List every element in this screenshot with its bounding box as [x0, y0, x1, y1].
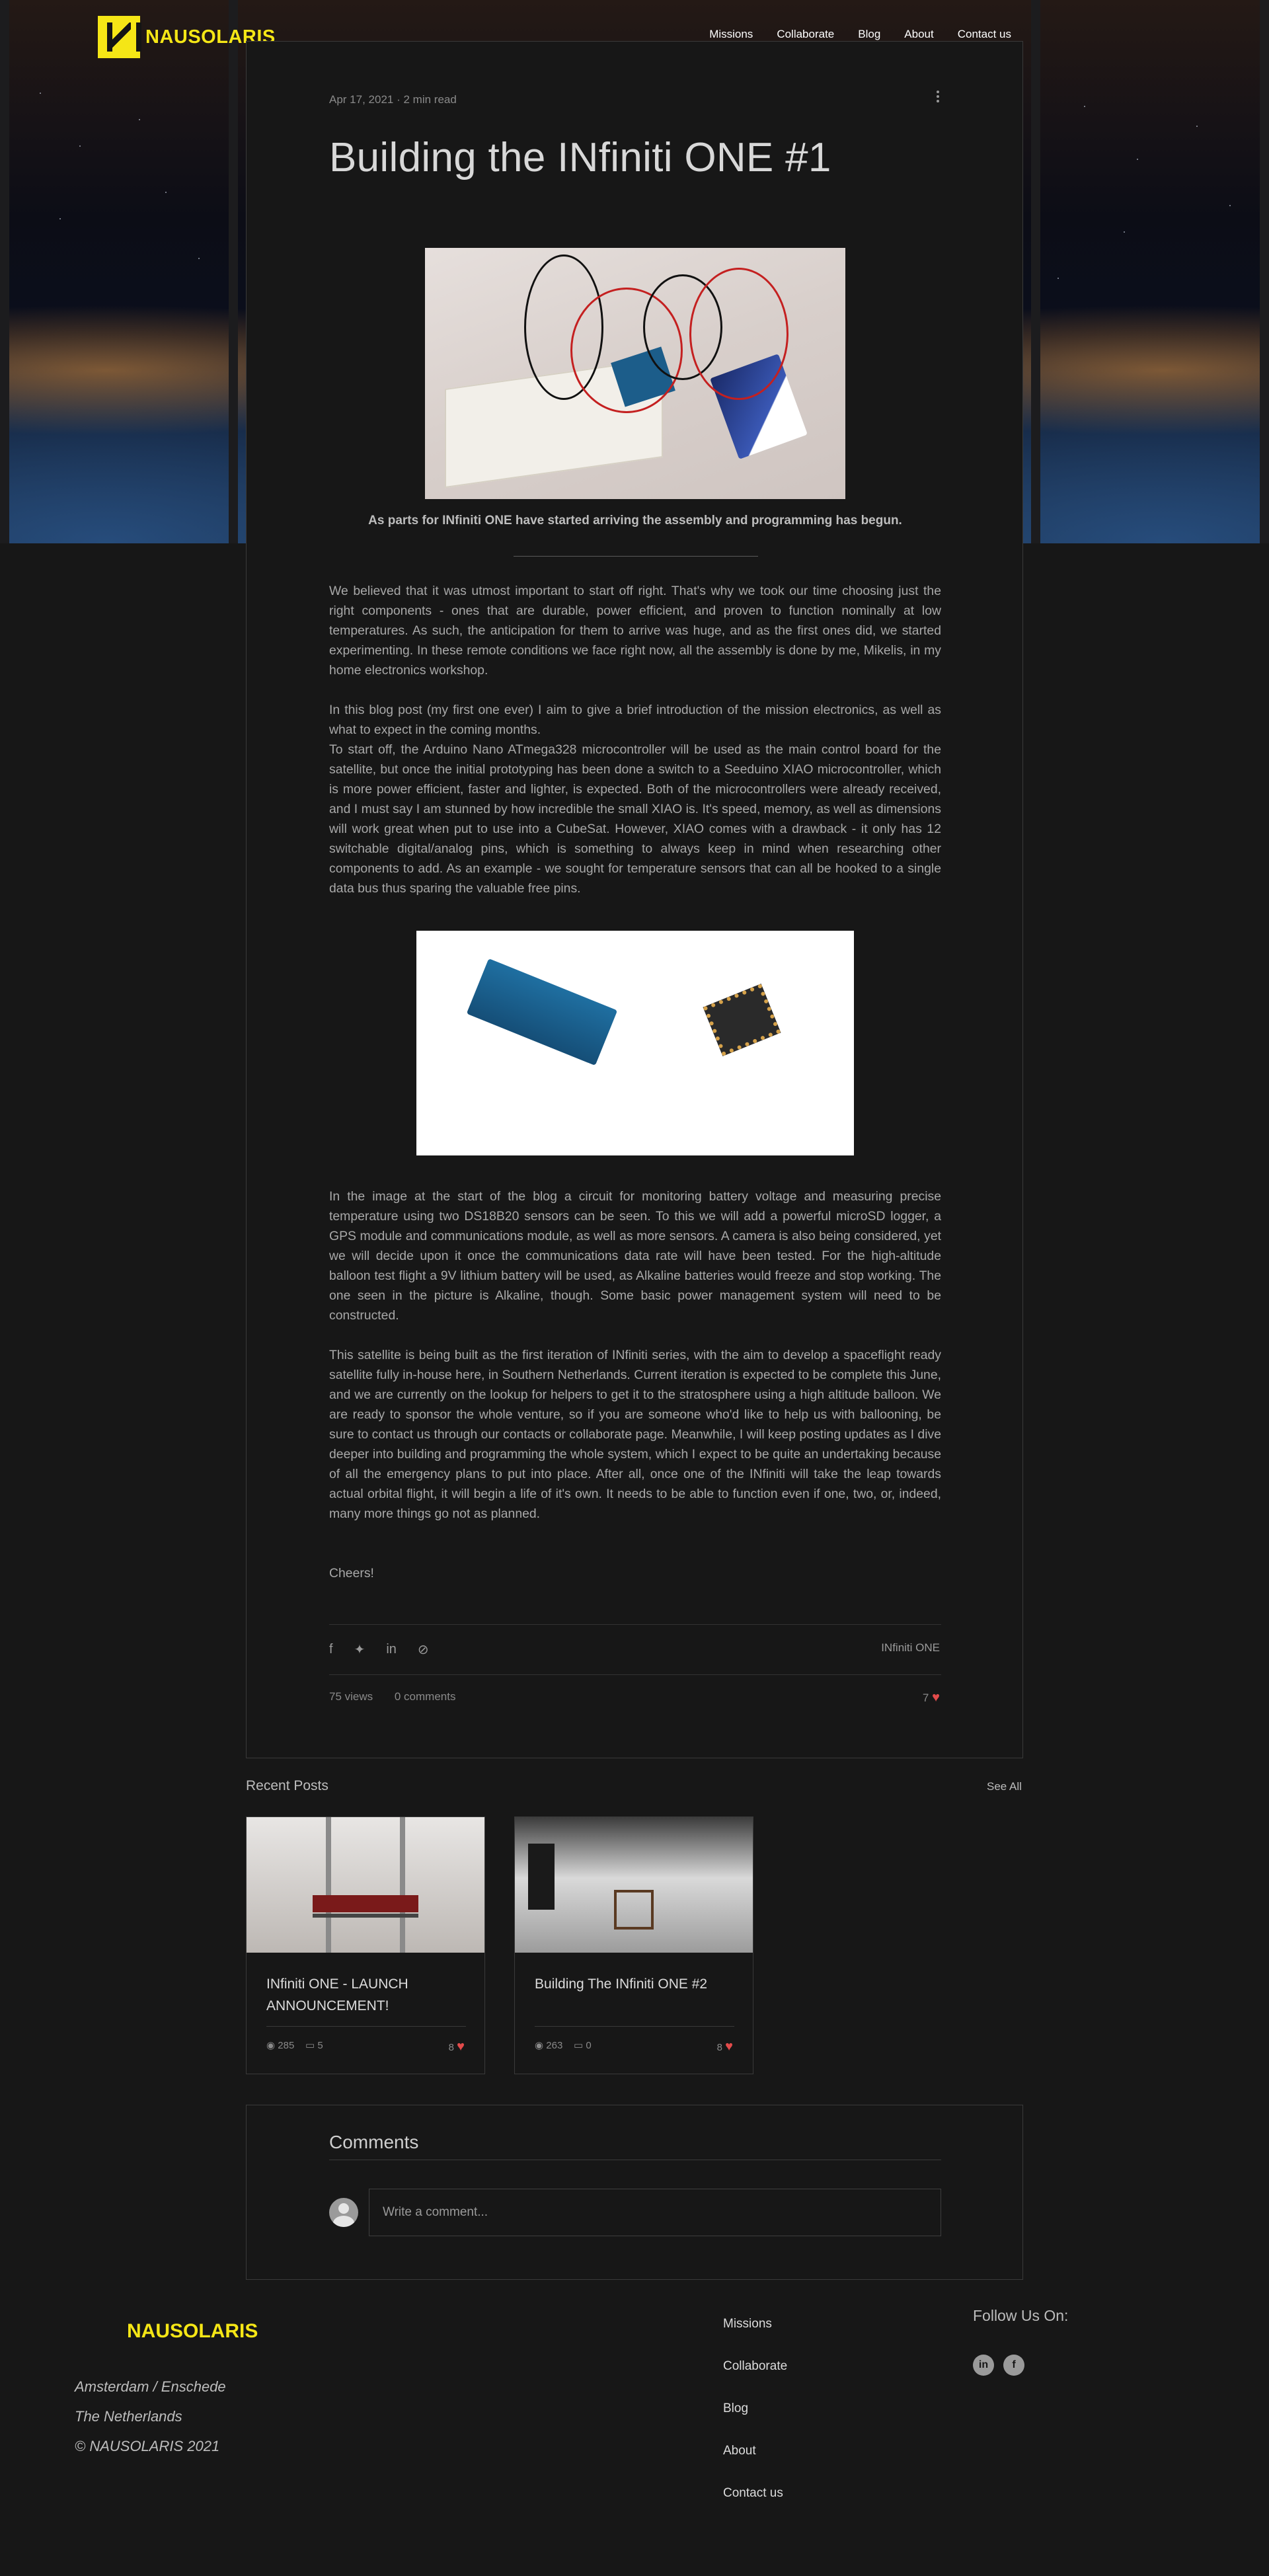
- divider: [329, 1674, 941, 1675]
- window-frame-left: [0, 0, 238, 543]
- footer-logo[interactable]: NAUSOLARIS: [127, 2320, 258, 2343]
- likes[interactable]: 7 ♥: [923, 1690, 940, 1705]
- paragraph: To start off, the Arduino Nano ATmega328…: [329, 742, 941, 896]
- footer-address: Amsterdam / Enschede The Netherlands © N…: [75, 2378, 226, 2454]
- facebook-icon[interactable]: f: [1003, 2355, 1024, 2376]
- nav-item-missions[interactable]: Missions: [709, 28, 753, 41]
- microcontrollers-photo: [416, 931, 854, 1155]
- nav-item-contact[interactable]: Contact us: [958, 28, 1011, 41]
- eye-icon: ◉: [535, 2040, 544, 2051]
- recent-post-stats: ◉ 263 ▭ 0: [535, 2040, 592, 2051]
- comments-heading: Comments: [329, 2132, 419, 2152]
- menu-dots-icon[interactable]: [936, 91, 940, 105]
- divider: [514, 556, 758, 557]
- post-read-time: 2 min read: [403, 93, 457, 106]
- heart-icon[interactable]: ♥: [932, 1690, 940, 1705]
- paragraph: This satellite is being built as the fir…: [329, 1348, 941, 1521]
- recent-post-likes[interactable]: 8 ♥: [449, 2039, 465, 2054]
- recent-post-stats: ◉ 285 ▭ 5: [266, 2040, 323, 2051]
- likes-count: 7: [922, 1692, 929, 1704]
- comment-icon: ▭: [305, 2040, 315, 2051]
- recent-post-likes[interactable]: 8 ♥: [717, 2039, 733, 2054]
- nav-item-blog[interactable]: Blog: [858, 28, 880, 41]
- post-meta: Apr 17, 2021 · 2 min read: [329, 93, 457, 106]
- logo-mark-icon: [98, 16, 141, 58]
- recent-post-card[interactable]: Building The INfiniti ONE #2 ◉ 263 ▭ 0 8…: [514, 1816, 753, 2074]
- image-caption: As parts for INfiniti ONE have started a…: [368, 514, 902, 527]
- footer-nav-blog[interactable]: Blog: [723, 2398, 787, 2440]
- post-date: Apr 17, 2021: [329, 93, 394, 106]
- heart-icon[interactable]: ♥: [457, 2039, 465, 2054]
- link-icon[interactable]: ⊘: [418, 1641, 429, 1658]
- footer-nav-collaborate[interactable]: Collaborate: [723, 2356, 787, 2398]
- see-all-link[interactable]: See All: [987, 1780, 1022, 1793]
- footer-nav-missions[interactable]: Missions: [723, 2314, 787, 2356]
- views-count: 75 views: [329, 1690, 373, 1703]
- twitter-icon[interactable]: ✦: [354, 1641, 365, 1658]
- footer-nav-contact[interactable]: Contact us: [723, 2483, 787, 2525]
- paragraph: In this blog post (my first one ever) I …: [329, 703, 941, 737]
- share-bar: f ✦ in ⊘: [329, 1641, 429, 1658]
- eye-icon: ◉: [266, 2040, 276, 2051]
- post-tag[interactable]: INfiniti ONE: [881, 1641, 940, 1655]
- avatar: [329, 2198, 358, 2227]
- facebook-icon[interactable]: f: [329, 1642, 333, 1657]
- paragraph: We believed that it was utmost important…: [329, 584, 941, 678]
- comment-icon: ▭: [573, 2040, 584, 2051]
- post-title: Building the INfiniti ONE #1: [329, 135, 831, 180]
- linkedin-icon[interactable]: in: [386, 1642, 397, 1657]
- linkedin-icon[interactable]: in: [973, 2355, 994, 2376]
- nav-item-about[interactable]: About: [904, 28, 933, 41]
- recent-posts-heading: Recent Posts: [246, 1778, 328, 1793]
- heart-icon[interactable]: ♥: [725, 2039, 733, 2054]
- recent-post-thumbnail: [247, 1817, 484, 1953]
- recent-post-card[interactable]: INfiniti ONE - LAUNCH ANNOUNCEMENT! ◉ 28…: [246, 1816, 485, 2074]
- comments-count[interactable]: 0 comments: [395, 1690, 456, 1703]
- footer-nav-about[interactable]: About: [723, 2440, 787, 2483]
- nav-item-collaborate[interactable]: Collaborate: [777, 28, 834, 41]
- comments-section: Comments Write a comment...: [246, 2105, 1023, 2280]
- circuit-photo: [425, 248, 845, 499]
- comment-input[interactable]: Write a comment...: [369, 2189, 941, 2236]
- divider: [329, 1624, 941, 1625]
- window-frame-right: [1031, 0, 1269, 543]
- post-stats: 75 views 0 comments: [329, 1690, 455, 1703]
- follow-heading: Follow Us On:: [973, 2307, 1069, 2324]
- social-links: in f: [973, 2355, 1024, 2376]
- recent-post-title[interactable]: INfiniti ONE - LAUNCH ANNOUNCEMENT!: [266, 1973, 465, 2017]
- recent-post-title[interactable]: Building The INfiniti ONE #2: [535, 1973, 733, 1995]
- main-nav: Missions Collaborate Blog About Contact …: [709, 28, 1011, 41]
- footer-nav: Missions Collaborate Blog About Contact …: [723, 2314, 787, 2525]
- recent-post-thumbnail: [515, 1817, 753, 1953]
- paragraph: Cheers!: [329, 1566, 374, 1581]
- paragraph: In the image at the start of the blog a …: [329, 1189, 941, 1323]
- blog-post: Apr 17, 2021 · 2 min read Building the I…: [246, 41, 1023, 1758]
